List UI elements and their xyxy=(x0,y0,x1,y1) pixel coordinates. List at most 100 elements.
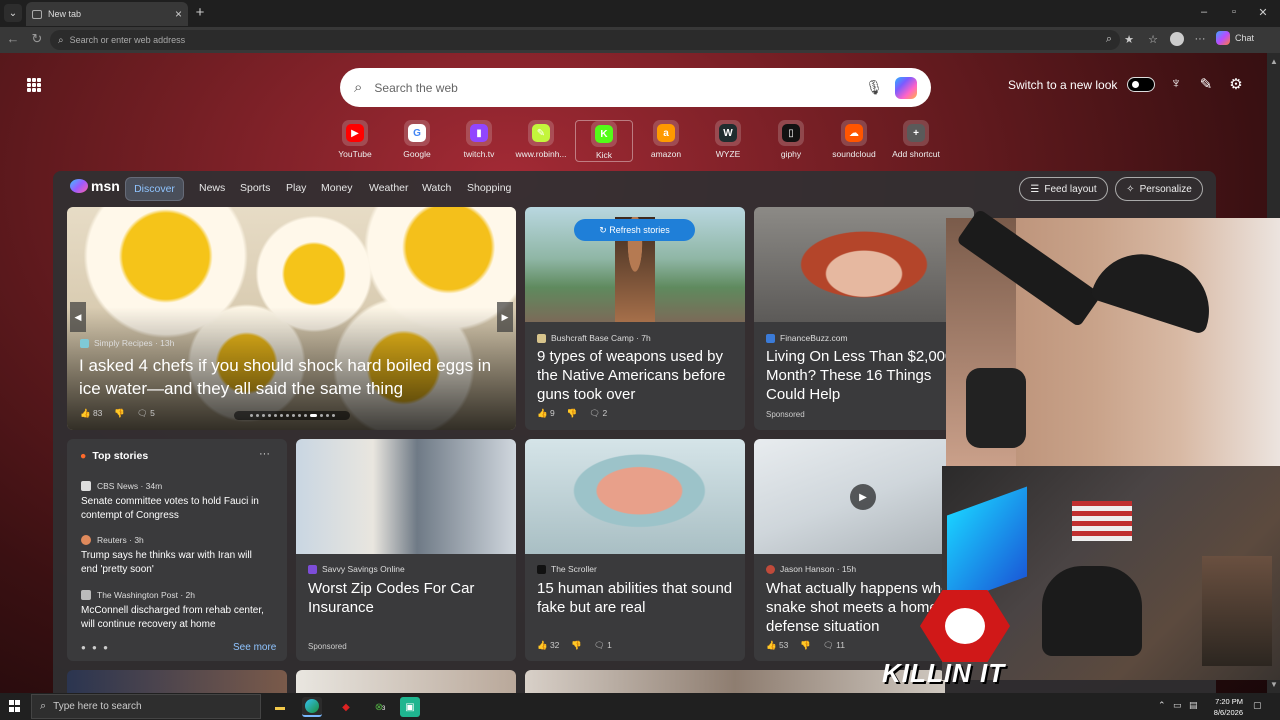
shortcut-youtube[interactable]: ▶ YouTube xyxy=(326,120,384,162)
tab-new-tab[interactable]: New tab × xyxy=(26,2,188,26)
carousel-next-button[interactable]: ▶ xyxy=(497,302,513,332)
dislike-icon[interactable]: 👎 xyxy=(800,640,811,651)
web-search-box[interactable]: ⌕ Search the web 🎙 xyxy=(340,68,931,107)
news-card-finance[interactable]: FinanceBuzz.com Living On Less Than $2,0… xyxy=(754,207,974,430)
carousel-dot[interactable] xyxy=(273,414,277,417)
notifications-icon[interactable]: ▢ xyxy=(1253,700,1262,711)
carousel-prev-button[interactable]: ◀ xyxy=(70,302,86,332)
carousel-dot[interactable] xyxy=(331,414,335,417)
see-more-link[interactable]: See more xyxy=(233,642,276,653)
network-icon[interactable]: ▤ xyxy=(1189,700,1198,711)
shortcut-robinhood[interactable]: ✎ www.robinh... xyxy=(512,120,570,162)
like-button[interactable]: 👍 83 xyxy=(80,408,102,419)
favorites-icon[interactable]: ☆ xyxy=(1146,33,1160,46)
next-row-card[interactable] xyxy=(296,670,516,693)
address-bar[interactable]: ⌕ Search or enter web address xyxy=(50,30,1120,50)
comment-button[interactable]: 🗨 11 xyxy=(823,640,845,651)
msn-logo[interactable]: msn xyxy=(70,178,120,194)
shortcut-google[interactable]: G Google xyxy=(388,120,446,162)
carousel-dot[interactable] xyxy=(297,414,301,417)
comment-button[interactable]: 🗨 2 xyxy=(589,408,607,419)
taskbar-clock[interactable]: 7:20 PM 8/6/2026 xyxy=(1203,696,1243,718)
edit-pencil-icon[interactable]: ✎ xyxy=(1197,75,1215,93)
file-explorer-icon[interactable]: ▬ xyxy=(270,697,290,717)
zip-title[interactable]: Worst Zip Codes For Car Insurance xyxy=(308,579,508,617)
shortcut-giphy[interactable]: ▯ giphy xyxy=(762,120,820,162)
carousel-dot[interactable] xyxy=(309,414,317,417)
settings-gear-icon[interactable]: ⚙ xyxy=(1227,75,1245,93)
maximize-icon[interactable]: ▫ xyxy=(1227,6,1241,18)
tray-display-icon[interactable]: ▭ xyxy=(1173,700,1182,711)
carousel-dot[interactable] xyxy=(319,414,323,417)
favorite-star-icon[interactable]: ★ xyxy=(1122,33,1136,46)
carousel-dot[interactable] xyxy=(325,414,329,417)
shortcut-twitch[interactable]: ▮ twitch.tv xyxy=(450,120,508,162)
carousel-dot[interactable] xyxy=(261,414,265,417)
story-headline[interactable]: Senate committee votes to hold Fauci in … xyxy=(81,495,271,523)
top-stories-pager[interactable]: ● ● ● xyxy=(81,643,110,652)
carousel-dot[interactable] xyxy=(267,414,271,417)
refresh-stories-button[interactable]: ↻ Refresh stories xyxy=(574,219,695,241)
dislike-icon[interactable]: 👎 xyxy=(567,408,578,419)
abilities-title[interactable]: 15 human abilities that sound fake but a… xyxy=(537,579,742,617)
hero-card[interactable]: ◀ ▶ Simply Recipes · 13h I asked 4 chefs… xyxy=(67,207,516,430)
nav-play[interactable]: Play xyxy=(286,182,306,194)
microphone-icon[interactable]: 🎙 xyxy=(865,79,883,96)
personalize-button[interactable]: ✧ Personalize xyxy=(1115,177,1203,201)
carousel-dot[interactable] xyxy=(255,414,259,417)
carousel-dot[interactable] xyxy=(279,414,283,417)
zoom-icon[interactable]: ⌕ xyxy=(1102,33,1116,46)
dislike-icon[interactable]: 👎 xyxy=(571,640,582,651)
more-options-icon[interactable]: ··· xyxy=(259,448,270,460)
like-button[interactable]: 👍 32 xyxy=(537,640,559,651)
comment-button[interactable]: 🗨 1 xyxy=(594,640,612,651)
rewards-icon[interactable]: ♆ xyxy=(1167,75,1185,92)
carousel-dot[interactable] xyxy=(249,414,253,417)
close-window-icon[interactable]: ✕ xyxy=(1256,6,1270,19)
profile-avatar[interactable] xyxy=(1170,32,1184,46)
teal-app-icon[interactable]: ▣ xyxy=(400,697,420,717)
windows-start-icon[interactable] xyxy=(9,700,21,712)
feed-layout-button[interactable]: ☰ Feed layout xyxy=(1019,177,1108,201)
carousel-dot[interactable] xyxy=(285,414,289,417)
play-video-icon[interactable]: ▶ xyxy=(850,484,876,510)
taskbar-search-box[interactable]: ⌕ Type here to search xyxy=(31,694,261,719)
comment-button[interactable]: 🗨 5 xyxy=(137,408,155,419)
apps-launcher-icon[interactable] xyxy=(27,78,41,92)
carousel-dots[interactable] xyxy=(234,411,350,420)
xbox-icon[interactable]: ⊗ 3 xyxy=(369,697,389,717)
nav-shopping[interactable]: Shopping xyxy=(467,182,511,194)
story-headline[interactable]: Trump says he thinks war with Iran will … xyxy=(81,549,271,577)
back-icon[interactable]: ← xyxy=(6,32,20,46)
carousel-dot[interactable] xyxy=(303,414,307,417)
carousel-dot[interactable] xyxy=(291,414,295,417)
shortcut-amazon[interactable]: a amazon xyxy=(637,120,695,162)
nav-money[interactable]: Money xyxy=(321,182,353,194)
switch-look-toggle[interactable] xyxy=(1127,77,1155,92)
finance-title[interactable]: Living On Less Than $2,000 a Month? Thes… xyxy=(766,347,971,404)
hero-title[interactable]: I asked 4 chefs if you should shock hard… xyxy=(79,354,504,400)
weapons-title[interactable]: 9 types of weapons used by the Native Am… xyxy=(537,347,737,404)
copilot-search-icon[interactable] xyxy=(895,76,917,99)
nav-news[interactable]: News xyxy=(199,182,225,194)
dislike-icon[interactable]: 👎 xyxy=(114,408,125,419)
tab-actions-menu-button[interactable]: ⌄ xyxy=(4,4,22,22)
nav-sports[interactable]: Sports xyxy=(240,182,270,194)
new-tab-button[interactable]: + xyxy=(193,5,207,20)
news-card-abilities[interactable]: The Scroller 15 human abilities that sou… xyxy=(525,439,745,661)
nav-watch[interactable]: Watch xyxy=(422,182,451,194)
more-options-icon[interactable]: ··· xyxy=(1193,33,1207,45)
minimize-icon[interactable]: – xyxy=(1197,6,1211,18)
shortcut-plus[interactable]: + Add shortcut xyxy=(887,120,945,162)
nav-weather[interactable]: Weather xyxy=(369,182,409,194)
like-button[interactable]: 👍 9 xyxy=(537,408,555,419)
next-row-card[interactable] xyxy=(67,670,287,693)
copilot-chat-button[interactable]: Chat xyxy=(1216,31,1254,45)
story-headline[interactable]: McConnell discharged from rehab center, … xyxy=(81,604,271,632)
edge-browser-icon[interactable] xyxy=(302,697,322,717)
news-card-zip-codes[interactable]: Savvy Savings Online Worst Zip Codes For… xyxy=(296,439,516,661)
red-app-icon[interactable]: ◆ xyxy=(336,697,356,717)
nav-discover[interactable]: Discover xyxy=(125,177,184,201)
tray-chevron-icon[interactable]: ⌃ xyxy=(1158,700,1166,711)
shortcut-soundcloud[interactable]: ☁ soundcloud xyxy=(825,120,883,162)
